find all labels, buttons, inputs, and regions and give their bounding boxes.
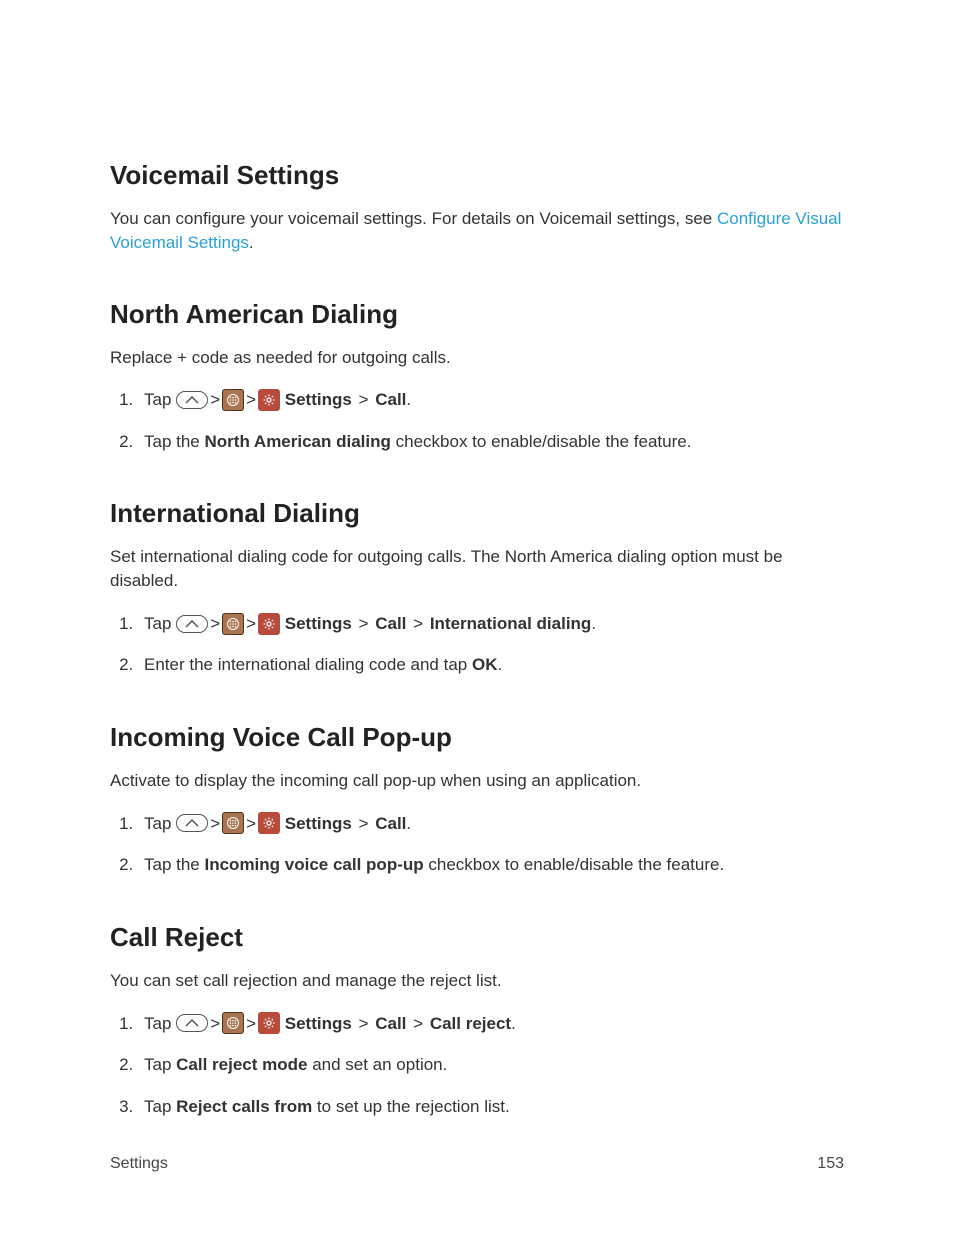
- footer-section: Settings: [110, 1155, 168, 1173]
- list-item: Tap > > Settings > Call > Call reject.: [138, 1011, 844, 1037]
- apps-icon: [222, 613, 244, 635]
- list-item: Tap the North American dialing checkbox …: [138, 429, 844, 455]
- text-bold: Reject calls from: [176, 1097, 312, 1116]
- text: checkbox to enable/disable the feature.: [424, 855, 725, 874]
- separator: >: [246, 814, 256, 833]
- separator: >: [210, 614, 220, 633]
- separator: >: [359, 614, 369, 633]
- heading-popup: Incoming Voice Call Pop-up: [110, 722, 844, 753]
- footer: Settings 153: [110, 1155, 844, 1173]
- text: Tap: [144, 814, 176, 833]
- text: and set an option.: [307, 1055, 447, 1074]
- home-icon: [176, 391, 208, 409]
- apps-icon: [222, 812, 244, 834]
- text: .: [511, 1014, 516, 1033]
- list-item: Tap the Incoming voice call pop-up check…: [138, 852, 844, 878]
- text: Tap the: [144, 855, 205, 874]
- section-voicemail: Voicemail Settings You can configure you…: [110, 160, 844, 255]
- separator: >: [413, 1014, 423, 1033]
- text: checkbox to enable/disable the feature.: [391, 432, 692, 451]
- intd-steps: Tap > > Settings > Call > International d…: [110, 611, 844, 678]
- text: Enter the international dialing code and…: [144, 655, 472, 674]
- section-incoming-popup: Incoming Voice Call Pop-up Activate to d…: [110, 722, 844, 878]
- text: .: [406, 390, 411, 409]
- popup-intro: Activate to display the incoming call po…: [110, 769, 844, 793]
- list-item: Tap > > Settings > Call.: [138, 811, 844, 837]
- popup-steps: Tap > > Settings > Call. Tap the Incoming…: [110, 811, 844, 878]
- text: to set up the rejection list.: [312, 1097, 510, 1116]
- gear-icon: [258, 1012, 280, 1034]
- heading-intd: International Dialing: [110, 498, 844, 529]
- text-settings: Settings: [280, 390, 352, 409]
- text-intl: International dialing: [430, 614, 592, 633]
- separator: >: [359, 390, 369, 409]
- separator: >: [413, 614, 423, 633]
- text-bold: Incoming voice call pop-up: [205, 855, 424, 874]
- text-call: Call: [375, 814, 406, 833]
- text: Tap the: [144, 432, 205, 451]
- list-item: Tap > > Settings > Call.: [138, 387, 844, 413]
- text-settings: Settings: [280, 814, 352, 833]
- apps-icon: [222, 1012, 244, 1034]
- reject-steps: Tap > > Settings > Call > Call reject. Ta…: [110, 1011, 844, 1120]
- nad-intro: Replace + code as needed for outgoing ca…: [110, 346, 844, 370]
- text-bold: OK: [472, 655, 498, 674]
- intd-intro: Set international dialing code for outgo…: [110, 545, 844, 593]
- text: Tap: [144, 1097, 176, 1116]
- heading-reject: Call Reject: [110, 922, 844, 953]
- separator: >: [359, 1014, 369, 1033]
- separator: >: [210, 390, 220, 409]
- section-international-dialing: International Dialing Set international …: [110, 498, 844, 678]
- text-bold: North American dialing: [205, 432, 391, 451]
- text: Tap: [144, 1055, 176, 1074]
- page: Voicemail Settings You can configure you…: [0, 0, 954, 1235]
- gear-icon: [258, 389, 280, 411]
- text: Tap: [144, 614, 176, 633]
- heading-voicemail: Voicemail Settings: [110, 160, 844, 191]
- voicemail-intro: You can configure your voicemail setting…: [110, 207, 844, 255]
- gear-icon: [258, 812, 280, 834]
- gear-icon: [258, 613, 280, 635]
- text-settings: Settings: [280, 614, 352, 633]
- footer-page-number: 153: [817, 1155, 844, 1173]
- home-icon: [176, 1014, 208, 1032]
- text: .: [249, 233, 254, 252]
- separator: >: [246, 614, 256, 633]
- separator: >: [359, 814, 369, 833]
- separator: >: [210, 814, 220, 833]
- home-icon: [176, 814, 208, 832]
- list-item: Enter the international dialing code and…: [138, 652, 844, 678]
- text-call-reject: Call reject: [430, 1014, 511, 1033]
- list-item: Tap Call reject mode and set an option.: [138, 1052, 844, 1078]
- section-call-reject: Call Reject You can set call rejection a…: [110, 922, 844, 1119]
- text: Tap: [144, 390, 176, 409]
- separator: >: [210, 1014, 220, 1033]
- text-call: Call: [375, 614, 406, 633]
- separator: >: [246, 390, 256, 409]
- text: You can configure your voicemail setting…: [110, 209, 717, 228]
- text: Tap: [144, 1014, 176, 1033]
- list-item: Tap Reject calls from to set up the reje…: [138, 1094, 844, 1120]
- list-item: Tap > > Settings > Call > International d…: [138, 611, 844, 637]
- text: .: [591, 614, 596, 633]
- section-north-american-dialing: North American Dialing Replace + code as…: [110, 299, 844, 455]
- text-call: Call: [375, 390, 406, 409]
- separator: >: [246, 1014, 256, 1033]
- text-call: Call: [375, 1014, 406, 1033]
- text: .: [497, 655, 502, 674]
- reject-intro: You can set call rejection and manage th…: [110, 969, 844, 993]
- apps-icon: [222, 389, 244, 411]
- text-bold: Call reject mode: [176, 1055, 307, 1074]
- text-settings: Settings: [280, 1014, 352, 1033]
- heading-nad: North American Dialing: [110, 299, 844, 330]
- home-icon: [176, 615, 208, 633]
- text: .: [406, 814, 411, 833]
- nad-steps: Tap > > Settings > Call. Tap the North Am…: [110, 387, 844, 454]
